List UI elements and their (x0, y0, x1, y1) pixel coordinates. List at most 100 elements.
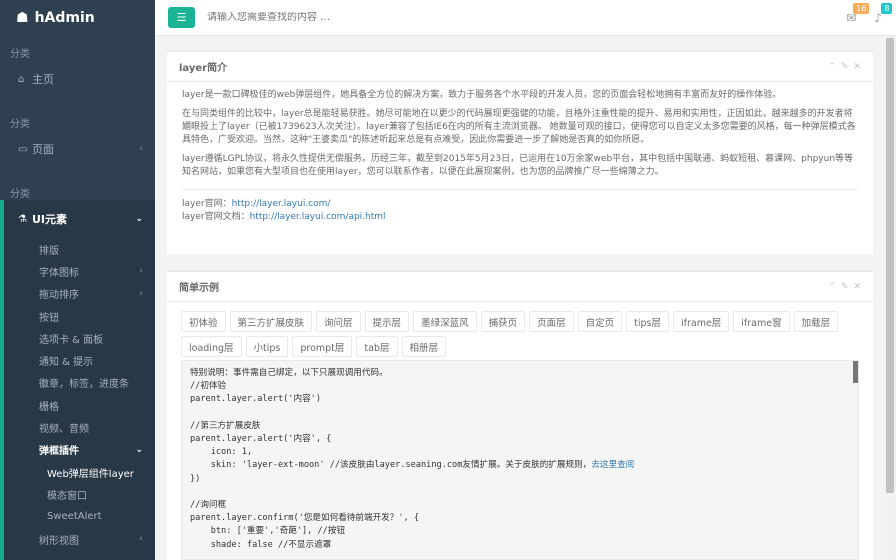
demo-button[interactable]: 墨绿深蓝风 (413, 311, 477, 332)
layer-intro-panel: layer简介 ⌃ ✎ ✕ layer是一款口碑极佳的web弹层组件，她具备全方… (167, 50, 873, 254)
sidebar-popup-item[interactable]: SweetAlert (4, 506, 155, 528)
panel-body: layer是一款口碑极佳的web弹层组件，她具备全方位的解决方案，致力于服务各个… (167, 82, 873, 231)
panel-tools: ⌃ ✎ ✕ (828, 282, 861, 292)
desktop-icon: ▭ (18, 143, 28, 155)
top-navbar: ☰ ✉ 16 ♪ 8 (155, 0, 896, 36)
sidebar-sub-item-label: 排版 (39, 245, 59, 257)
demo-button[interactable]: 小tips (245, 336, 289, 357)
sidebar-sub-item[interactable]: 徽章，标签，进度条 (4, 372, 155, 394)
mail-count-badge: 16 (853, 2, 870, 14)
site-label: layer官网： (182, 199, 232, 209)
site-link-row: layer官网：http://layer.layui.com/ (182, 198, 858, 211)
chevron-left-icon: ‹ (139, 288, 143, 299)
sidebar-item-home[interactable]: ⌂ 主页 (0, 68, 155, 90)
demo-button[interactable]: 初体验 (181, 311, 226, 332)
bars-icon: ☰ (176, 11, 187, 24)
chevron-left-icon: ‹ (139, 534, 143, 544)
sidebar-sub-item-label: 徽章，标签，进度条 (39, 379, 129, 391)
menu-toggle-button[interactable]: ☰ (168, 7, 195, 28)
section-label-1: 分类 (10, 49, 30, 60)
panel-tools: ⌃ ✎ ✕ (828, 62, 861, 72)
sidebar-sub-item[interactable]: 拖动排序 ‹ (4, 283, 155, 305)
sidebar-sub-item[interactable]: 按钮 (4, 305, 155, 327)
skin-rules-link[interactable]: 去这里查阅 (591, 460, 634, 470)
wrench-icon[interactable]: ✎ (841, 62, 849, 72)
wrench-icon[interactable]: ✎ (841, 282, 849, 292)
sidebar-item-tree-view[interactable]: 树形视图 ‹ (4, 528, 155, 550)
sidebar-sub-item-label: 选项卡 & 面板 (39, 334, 104, 346)
panel-title: layer简介 (179, 63, 228, 74)
divider (182, 189, 858, 190)
collapse-icon[interactable]: ⌃ (828, 62, 836, 72)
mail-notification[interactable]: ✉ 16 (846, 2, 870, 25)
sidebar-sub-list: 排版字体图标 ‹ 拖动排序 ‹ 按钮选项卡 & 面板 通知 & 提示徽章，标签，进度条 栅格… (4, 238, 155, 461)
sidebar-sub-item-label: 栅格 (39, 401, 59, 413)
collapse-icon[interactable]: ⌃ (828, 282, 836, 292)
demo-button[interactable]: 提示层 (364, 311, 410, 332)
chevron-left-icon: ‹ (139, 266, 143, 277)
intro-paragraph: layer是一款口碑极佳的web弹层组件，她具备全方位的解决方案，致力于服务各个… (182, 90, 782, 100)
sidebar-sub-item-label: 按钮 (39, 312, 59, 324)
top-right-icons: ✉ 16 ♪ 8 (828, 2, 893, 25)
sidebar-sub-item[interactable]: 弹框插件 ⌄ (4, 439, 155, 461)
demo-button[interactable]: iframe窗 (733, 311, 790, 332)
demo-button[interactable]: 第三方扩展皮肤 (229, 311, 313, 332)
doc-label: layer官网文档： (182, 212, 250, 222)
section-label-2: 分类 (10, 119, 30, 130)
site-link[interactable]: http://layer.layui.com/ (232, 199, 331, 209)
sidebar-popup-item[interactable]: Web弹层组件layer (4, 461, 155, 483)
page-scrollbar-thumb[interactable] (886, 38, 894, 493)
demo-button[interactable]: tips层 (626, 311, 669, 332)
flask-icon: ⚗ (18, 213, 27, 225)
sidebar-popup-list: Web弹层组件layer 模态窗口 SweetAlert (4, 461, 155, 528)
sidebar-item-pages[interactable]: ▭ 页面 ‹ (0, 138, 155, 160)
demo-button[interactable]: tab层 (356, 336, 398, 357)
sidebar-sub-item-label: 拖动排序 (39, 290, 79, 302)
chevron-down-icon: ⌄ (135, 444, 143, 455)
panel-title-bar: layer简介 ⌃ ✎ ✕ (167, 52, 873, 82)
panel-title: 简单示例 (179, 283, 219, 294)
chevron-left-icon: ‹ (139, 144, 143, 154)
demo-button[interactable]: 询问层 (316, 311, 361, 332)
close-icon[interactable]: ✕ (853, 282, 861, 292)
bell-notification[interactable]: ♪ 8 (874, 2, 893, 25)
sidebar: ☗ hAdmin 分类 ⌂ 主页 分类 ▭ 页面 ‹ 分类 ⚗ UI元素 ⌄ 排… (0, 0, 155, 560)
logo[interactable]: ☗ hAdmin (0, 0, 155, 36)
sidebar-item-tree-view-label: 树形视图 (39, 535, 79, 547)
demo-button[interactable]: 加载层 (793, 311, 839, 332)
section-label-3: 分类 (10, 189, 30, 200)
sidebar-item-ui[interactable]: ⚗ UI元素 ⌄ (4, 200, 155, 238)
sidebar-sub-item[interactable]: 排版 (4, 238, 155, 260)
demo-button-group: 初体验 第三方扩展皮肤 询问层 提示层 墨绿深蓝风 捕获页 页面层 自定页 tips层 ifram… (167, 302, 873, 357)
logo-text: hAdmin (34, 10, 95, 26)
doc-link[interactable]: http://layer.layui.com/api.html (250, 212, 386, 222)
sidebar-sub-item-label: 弹框插件 (39, 446, 79, 458)
compare-paragraph: 在与同类组件的比较中，layer总是能轻易获胜。她尽可能地在以更少的代码展现更强… (182, 109, 856, 145)
sidebar-item-home-label: 主页 (32, 73, 54, 86)
code-block: 特别说明：事件需自己绑定，以下只展现调用代码。 //初体验 parent.lay… (181, 360, 859, 560)
sidebar-sub-item[interactable]: 字体图标 ‹ (4, 260, 155, 282)
sidebar-sub-item[interactable]: 选项卡 & 面板 (4, 327, 155, 349)
bell-count-badge: 8 (881, 2, 893, 14)
demo-button[interactable]: iframe层 (672, 311, 730, 332)
close-icon[interactable]: ✕ (853, 62, 861, 72)
panel-title-bar: 简单示例 ⌃ ✎ ✕ (167, 272, 873, 302)
demo-button[interactable]: prompt层 (292, 336, 353, 357)
chevron-down-icon: ⌄ (135, 214, 143, 224)
code-text: 特别说明：事件需自己绑定，以下只展现调用代码。 //初体验 parent.lay… (190, 368, 635, 550)
sidebar-item-pages-label: 页面 (32, 143, 54, 156)
demo-button[interactable]: 捕获页 (480, 311, 526, 332)
code-scrollbar[interactable] (853, 361, 858, 383)
demo-button[interactable]: 自定页 (577, 311, 623, 332)
demo-button[interactable]: 相册层 (401, 336, 447, 357)
demo-button[interactable]: 页面层 (529, 311, 574, 332)
sidebar-sub-item-label: 通知 & 提示 (39, 357, 94, 369)
sidebar-sub-item[interactable]: 视频、音频 (4, 416, 155, 438)
license-paragraph: layer遵循LGPL协议，将永久性提供无偿服务。历经三年，截至到2015年5月… (182, 154, 854, 177)
sidebar-sub-item[interactable]: 栅格 (4, 394, 155, 416)
demo-button[interactable]: loading层 (181, 336, 242, 357)
sidebar-group-ui: ⚗ UI元素 ⌄ 排版字体图标 ‹ 拖动排序 ‹ 按钮选项卡 & 面板 通知 & 提示徽章… (0, 200, 155, 560)
search-input[interactable] (207, 12, 507, 23)
sidebar-popup-item[interactable]: 模态窗口 (4, 483, 155, 505)
sidebar-sub-item[interactable]: 通知 & 提示 (4, 349, 155, 371)
